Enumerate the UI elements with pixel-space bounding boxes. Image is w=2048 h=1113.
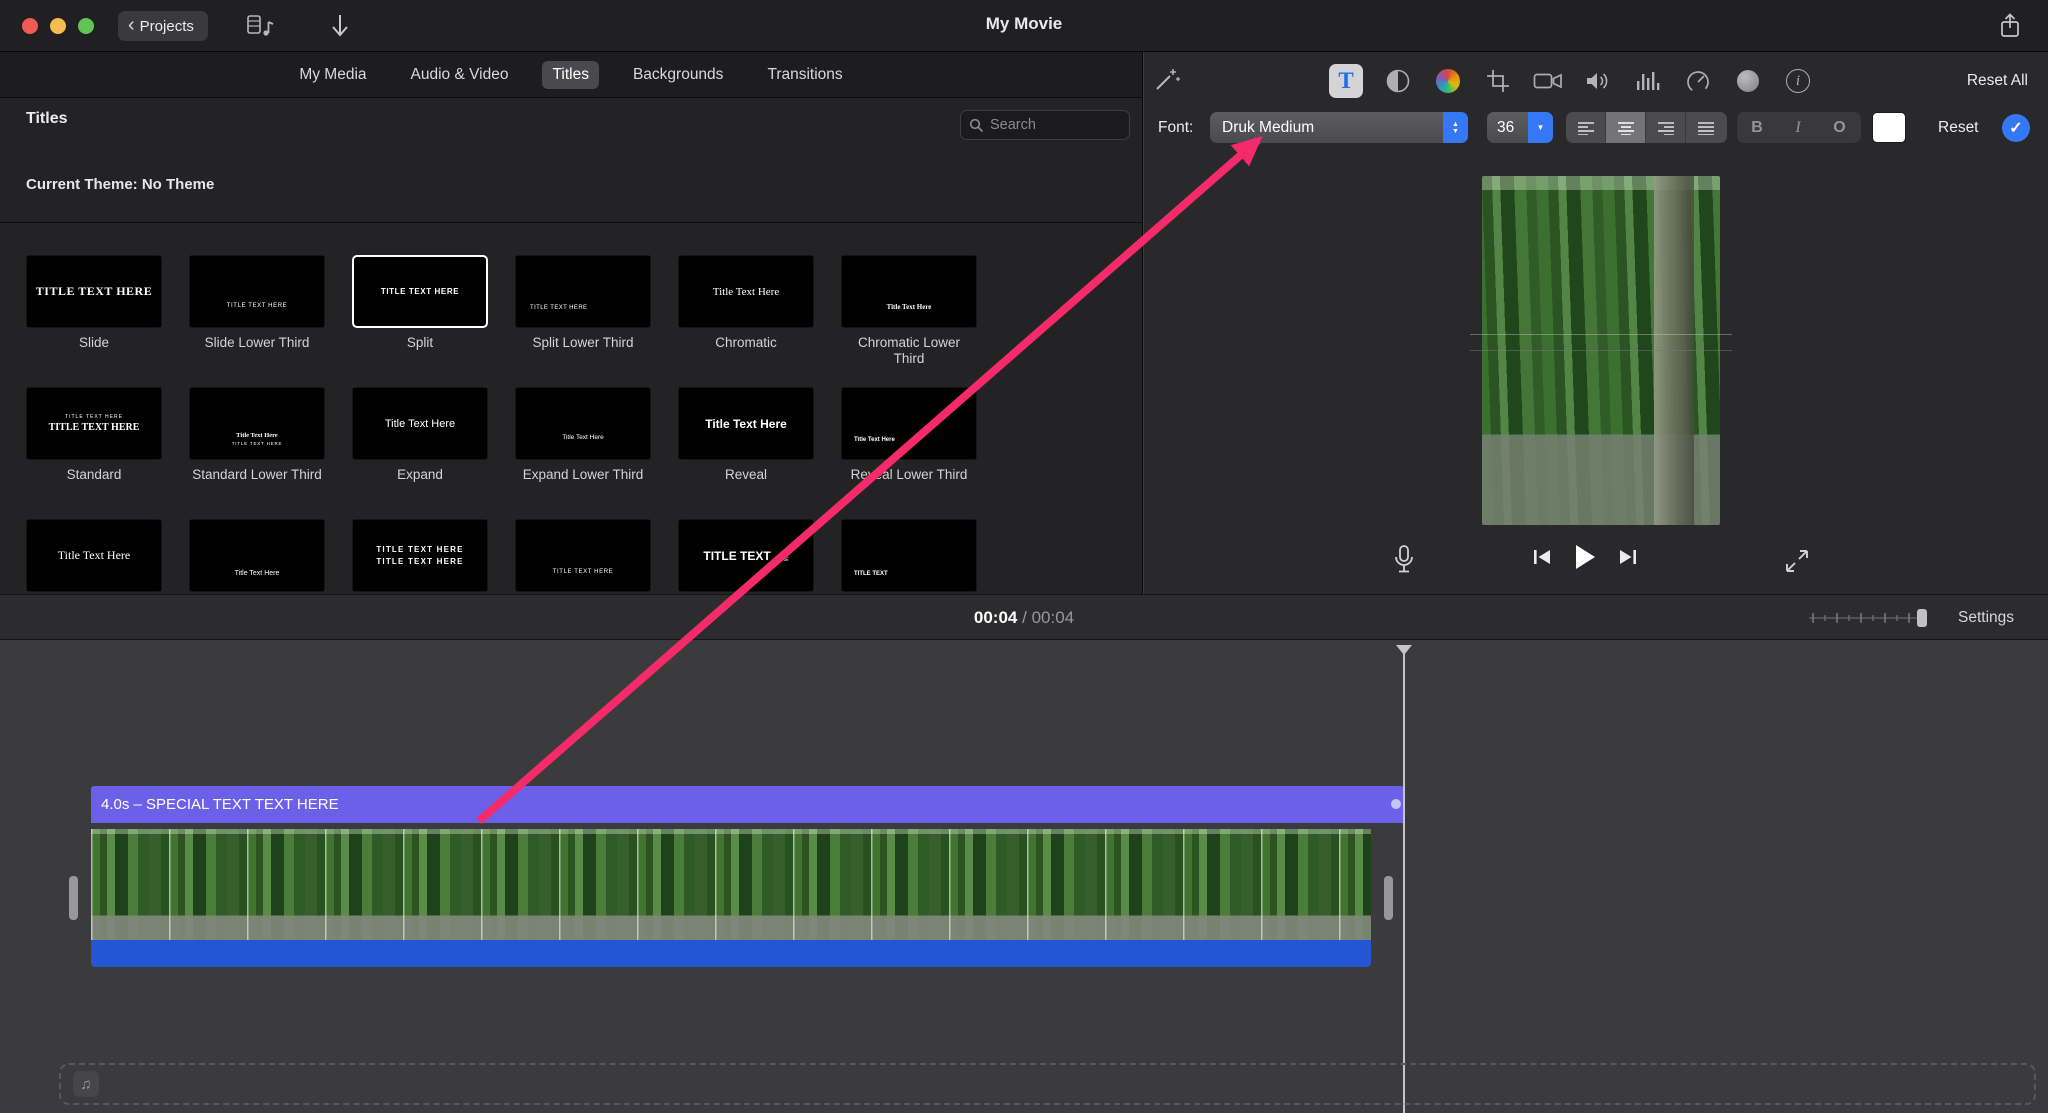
stabilization-camera-icon[interactable]	[1533, 64, 1563, 98]
text-style-segmented: B I O	[1737, 112, 1861, 143]
zoom-slider-thumb	[1917, 609, 1927, 627]
title-clip-label: 4.0s – SPECIAL TEXT TEXT HERE	[101, 796, 339, 813]
voiceover-mic-icon[interactable]	[1392, 544, 1416, 576]
inspector-panel: T i Reset All Font: Druk Medium ▲ ▼ 36 ▼…	[1144, 52, 2048, 594]
media-tab-bar: My Media Audio & Video Titles Background…	[0, 52, 1142, 98]
font-family-dropdown[interactable]: Druk Medium ▲ ▼	[1210, 112, 1468, 143]
color-balance-icon[interactable]	[1383, 64, 1413, 98]
reset-button[interactable]: Reset	[1938, 119, 1979, 137]
timeline-toolbar: 00:04 / 00:04 Settings	[0, 594, 2048, 640]
color-correction-wheel-icon[interactable]	[1433, 64, 1463, 98]
tab-titles[interactable]: Titles	[542, 60, 599, 89]
title-style[interactable]: TITLE TEXT	[841, 519, 977, 594]
search-field[interactable]	[960, 110, 1130, 140]
text-color-well[interactable]	[1872, 112, 1906, 143]
font-size-chevron-icon: ▼	[1528, 112, 1553, 143]
window-title: My Movie	[985, 14, 1063, 33]
font-label: Font:	[1158, 119, 1194, 136]
title-style-chromatic-lower-third[interactable]: Title Text Here Chromatic Lower Third	[841, 255, 977, 367]
title-style[interactable]: TITLE TEXT HERE	[678, 519, 814, 594]
time-display: 00:04 / 00:04	[0, 608, 2048, 628]
outline-button[interactable]: O	[1819, 112, 1860, 143]
playhead-line[interactable]	[1403, 645, 1405, 1113]
settings-button[interactable]: Settings	[1958, 609, 2014, 627]
apply-check-button[interactable]: ✓	[2002, 114, 2030, 142]
title-style[interactable]: Title Text Here	[189, 519, 325, 594]
imovie-window: ‹ Projects My Movie My Media Audio & Vid…	[0, 0, 2048, 1113]
italic-button[interactable]: I	[1778, 112, 1819, 143]
trim-handle-right[interactable]	[1384, 876, 1393, 920]
align-right-button[interactable]	[1646, 112, 1686, 143]
music-note-icon: ♫	[73, 1071, 99, 1097]
tab-audio-video[interactable]: Audio & Video	[401, 61, 519, 89]
title-styles-grid: TITLE TEXT HERE Slide TITLE TEXT HERE Sl…	[26, 255, 986, 594]
titlebar: ‹ Projects My Movie	[0, 0, 2048, 52]
clip-audio-waveform-bar[interactable]	[91, 940, 1371, 967]
title-style-chromatic[interactable]: Title Text Here Chromatic	[678, 255, 814, 367]
share-icon[interactable]	[1998, 12, 2022, 40]
time-separator: /	[1022, 608, 1027, 627]
volume-speaker-icon[interactable]	[1583, 64, 1613, 98]
total-time: 00:04	[1031, 608, 1075, 627]
titles-panel-header: Titles	[26, 110, 68, 127]
tab-transitions[interactable]: Transitions	[757, 61, 852, 89]
text-tool-icon[interactable]: T	[1329, 64, 1363, 98]
clip-end-handle[interactable]	[1391, 799, 1401, 809]
divider	[0, 222, 1142, 223]
current-time: 00:04	[973, 608, 1018, 627]
title-style[interactable]: Title Text Here	[26, 519, 162, 594]
current-theme-label: Current Theme: No Theme	[26, 176, 215, 193]
title-style[interactable]: TITLE TEXT HERE TITLE TEXT HERE	[352, 519, 488, 594]
title-style-expand-lower-third[interactable]: Title Text Here Expand Lower Third	[515, 387, 651, 499]
skip-forward-icon[interactable]	[1618, 548, 1638, 566]
auto-enhance-wand-icon[interactable]	[1152, 64, 1182, 94]
video-clip-filmstrip[interactable]	[91, 829, 1371, 940]
tab-backgrounds[interactable]: Backgrounds	[623, 61, 733, 89]
font-size-dropdown[interactable]: 36 ▼	[1487, 112, 1553, 143]
title-style-standard[interactable]: TITLE TEXT HERE TITLE TEXT HERE Standard	[26, 387, 162, 499]
titles-browser-panel: My Media Audio & Video Titles Background…	[0, 52, 1143, 594]
alignment-guide	[1470, 334, 1732, 335]
bold-button[interactable]: B	[1737, 112, 1778, 143]
font-dropdown-stepper-icon: ▲ ▼	[1443, 112, 1468, 143]
trim-handle-left[interactable]	[69, 876, 78, 920]
text-alignment-segmented	[1566, 112, 1727, 143]
background-music-well[interactable]: ♫	[59, 1063, 2036, 1105]
skip-back-icon[interactable]	[1532, 548, 1552, 566]
align-justify-button[interactable]	[1686, 112, 1726, 143]
audio-eq-icon[interactable]	[1633, 64, 1663, 98]
title-style-reveal-lower-third[interactable]: Title Text Here Reveal Lower Third	[841, 387, 977, 499]
info-icon[interactable]: i	[1783, 64, 1813, 98]
title-style-expand[interactable]: Title Text Here Expand	[352, 387, 488, 499]
title-style[interactable]: TITLE TEXT HERE	[515, 519, 651, 594]
reset-all-button[interactable]: Reset All	[1967, 72, 2028, 90]
play-button-icon[interactable]	[1574, 544, 1596, 570]
speed-gauge-icon[interactable]	[1683, 64, 1713, 98]
search-input[interactable]	[990, 117, 1121, 133]
timeline-area: 4.0s – SPECIAL TEXT TEXT HERE ♫	[0, 640, 2048, 1113]
font-family-value: Druk Medium	[1222, 118, 1315, 136]
clip-zoom-slider[interactable]	[1807, 608, 1933, 628]
title-style-split-lower-third[interactable]: TITLE TEXT HERE Split Lower Third	[515, 255, 651, 367]
inspector-toolbar: T i	[1329, 62, 1813, 100]
transport-controls	[1532, 544, 1638, 570]
title-clip[interactable]: 4.0s – SPECIAL TEXT TEXT HERE	[91, 786, 1404, 823]
crop-icon[interactable]	[1483, 64, 1513, 98]
align-center-button[interactable]	[1606, 112, 1646, 143]
title-style-slide[interactable]: TITLE TEXT HERE Slide	[26, 255, 162, 367]
tab-my-media[interactable]: My Media	[289, 61, 376, 89]
title-style-split[interactable]: TITLE TEXT HERE Split	[352, 255, 488, 367]
title-style-reveal[interactable]: Title Text Here Reveal	[678, 387, 814, 499]
fade-ball-icon[interactable]	[1733, 64, 1763, 98]
alignment-guide	[1470, 350, 1732, 351]
search-icon	[969, 118, 984, 132]
fullscreen-expand-icon[interactable]	[1784, 548, 1810, 574]
align-left-button[interactable]	[1566, 112, 1606, 143]
font-size-value: 36	[1497, 118, 1515, 136]
title-style-standard-lower-third[interactable]: Title Text Here TITLE TEXT HERE Standard…	[189, 387, 325, 499]
title-style-slide-lower-third[interactable]: TITLE TEXT HERE Slide Lower Third	[189, 255, 325, 367]
